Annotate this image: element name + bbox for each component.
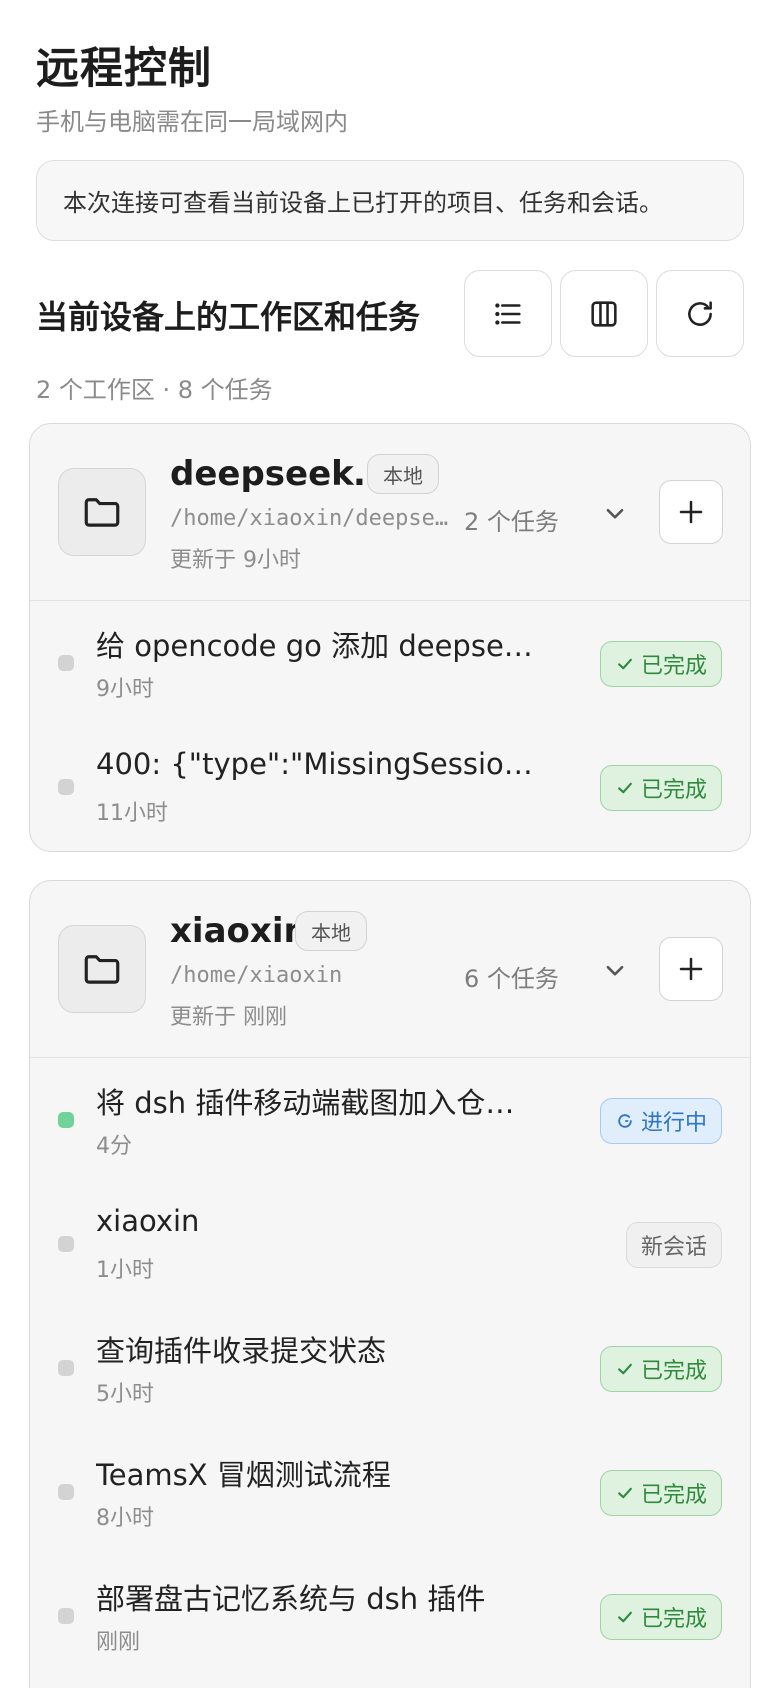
task-title: 部署盘古记忆系统与 dsh 插件 — [96, 1582, 486, 1616]
status-badge: 已完成 — [599, 1594, 722, 1640]
refresh-button[interactable] — [656, 270, 744, 357]
add-task-button[interactable] — [659, 937, 723, 1001]
add-task-button[interactable] — [659, 480, 723, 544]
status-badge: 已完成 — [599, 1346, 722, 1392]
status-dot — [58, 1112, 74, 1128]
status-label: 已完成 — [640, 778, 707, 803]
task-row[interactable]: TeamsX 冒烟测试流程 8小时 已完成 — [30, 1430, 750, 1554]
status-label: 新会话 — [640, 1235, 707, 1260]
status-label: 已完成 — [640, 1359, 707, 1384]
workspace-card-xiaoxin: xiaoxin 本地 /home/xiaoxin 更新于 刚刚 6 个任务 将 … — [29, 880, 751, 1688]
status-dot — [58, 1236, 74, 1252]
task-time: 刚刚 — [96, 1630, 141, 1655]
folder-icon — [58, 468, 146, 556]
check-icon — [618, 1487, 632, 1499]
task-title: 400: {"type":"MissingSessionID",… — [96, 747, 536, 781]
check-icon — [618, 1363, 632, 1375]
list-view-icon — [495, 302, 521, 325]
status-badge: 进行中 — [599, 1098, 722, 1144]
list-view-button[interactable] — [464, 270, 552, 357]
local-badge: 本地 — [295, 911, 367, 951]
workspace-name: deepseek… — [170, 454, 388, 494]
check-icon — [618, 782, 632, 794]
status-dot — [58, 779, 74, 795]
plus-icon — [679, 500, 703, 524]
task-row[interactable]: 给 opencode go 添加 deepseek-v… 9小时 已完成 — [30, 601, 750, 725]
task-title: 给 opencode go 添加 deepseek-v… — [96, 629, 536, 663]
status-label: 已完成 — [640, 1607, 707, 1632]
status-dot — [58, 655, 74, 671]
folder-icon — [58, 925, 146, 1013]
task-row[interactable]: 将 dsh 插件移动端截图加入仓库介绍 4分 进行中 — [30, 1058, 750, 1182]
plus-icon — [679, 957, 703, 981]
workspace-name: xiaoxin — [170, 911, 308, 951]
workspace-updated: 更新于 9小时 — [170, 548, 301, 573]
status-label: 进行中 — [640, 1111, 707, 1136]
task-row[interactable]: xiaoxin 1小时 新会话 — [30, 1182, 750, 1306]
workspace-task-count: 6 个任务 — [464, 965, 559, 993]
workspace-header[interactable]: xiaoxin 本地 /home/xiaoxin 更新于 刚刚 6 个任务 — [30, 881, 750, 1058]
status-dot — [58, 1360, 74, 1376]
task-time: 1小时 — [96, 1258, 154, 1283]
check-icon — [618, 658, 632, 670]
workspace-path: /home/xiaoxin — [170, 963, 343, 988]
task-row[interactable]: 400: {"type":"MissingSessionID",… 11小时 已… — [30, 725, 750, 849]
status-badge: 已完成 — [599, 641, 722, 687]
workspace-updated: 更新于 刚刚 — [170, 1005, 287, 1030]
chevron-down-icon[interactable] — [598, 953, 632, 987]
chevron-down-icon[interactable] — [598, 496, 632, 530]
workspace-task-count: 2 个任务 — [464, 508, 559, 536]
page-title: 远程控制 — [36, 44, 212, 94]
status-dot — [58, 1608, 74, 1624]
task-row[interactable]: 查询插件收录提交状态 5小时 已完成 — [30, 1306, 750, 1430]
section-title: 当前设备上的工作区和任务 — [36, 298, 421, 336]
workspace-header[interactable]: deepseek… 本地 /home/xiaoxin/deepse… 更新于 9… — [30, 424, 750, 601]
refresh-icon — [688, 300, 712, 326]
task-time: 5小时 — [96, 1382, 154, 1407]
task-title: TeamsX 冒烟测试流程 — [96, 1458, 391, 1492]
task-title: xiaoxin — [96, 1204, 200, 1238]
local-badge: 本地 — [367, 454, 439, 494]
columns-view-icon — [591, 300, 617, 327]
status-label: 已完成 — [640, 654, 707, 679]
task-row[interactable]: 部署盘古记忆系统与 dsh 插件 刚刚 已完成 — [30, 1554, 750, 1678]
connection-notice: 本次连接可查看当前设备上已打开的项目、任务和会话。 — [36, 160, 744, 241]
task-time: 8小时 — [96, 1506, 154, 1531]
task-time: 11小时 — [96, 801, 168, 826]
page-subtitle: 手机与电脑需在同一局域网内 — [36, 108, 348, 136]
status-dot — [58, 1484, 74, 1500]
status-badge: 已完成 — [599, 765, 722, 811]
task-title: 查询插件收录提交状态 — [96, 1334, 387, 1368]
task-title: 将 dsh 插件移动端截图加入仓库介绍 — [96, 1086, 536, 1120]
status-label: 已完成 — [640, 1483, 707, 1508]
task-time: 9小时 — [96, 677, 154, 702]
workspace-summary: 2 个工作区 · 8 个任务 — [36, 376, 273, 404]
check-icon — [618, 1611, 632, 1623]
workspace-path: /home/xiaoxin/deepse… — [170, 506, 449, 531]
status-badge: 新会话 — [625, 1222, 722, 1268]
status-badge: 已完成 — [599, 1470, 722, 1516]
task-time: 4分 — [96, 1134, 132, 1159]
columns-view-button[interactable] — [560, 270, 648, 357]
workspace-card-deepseek: deepseek… 本地 /home/xiaoxin/deepse… 更新于 9… — [29, 423, 751, 852]
loading-icon — [618, 1114, 632, 1128]
